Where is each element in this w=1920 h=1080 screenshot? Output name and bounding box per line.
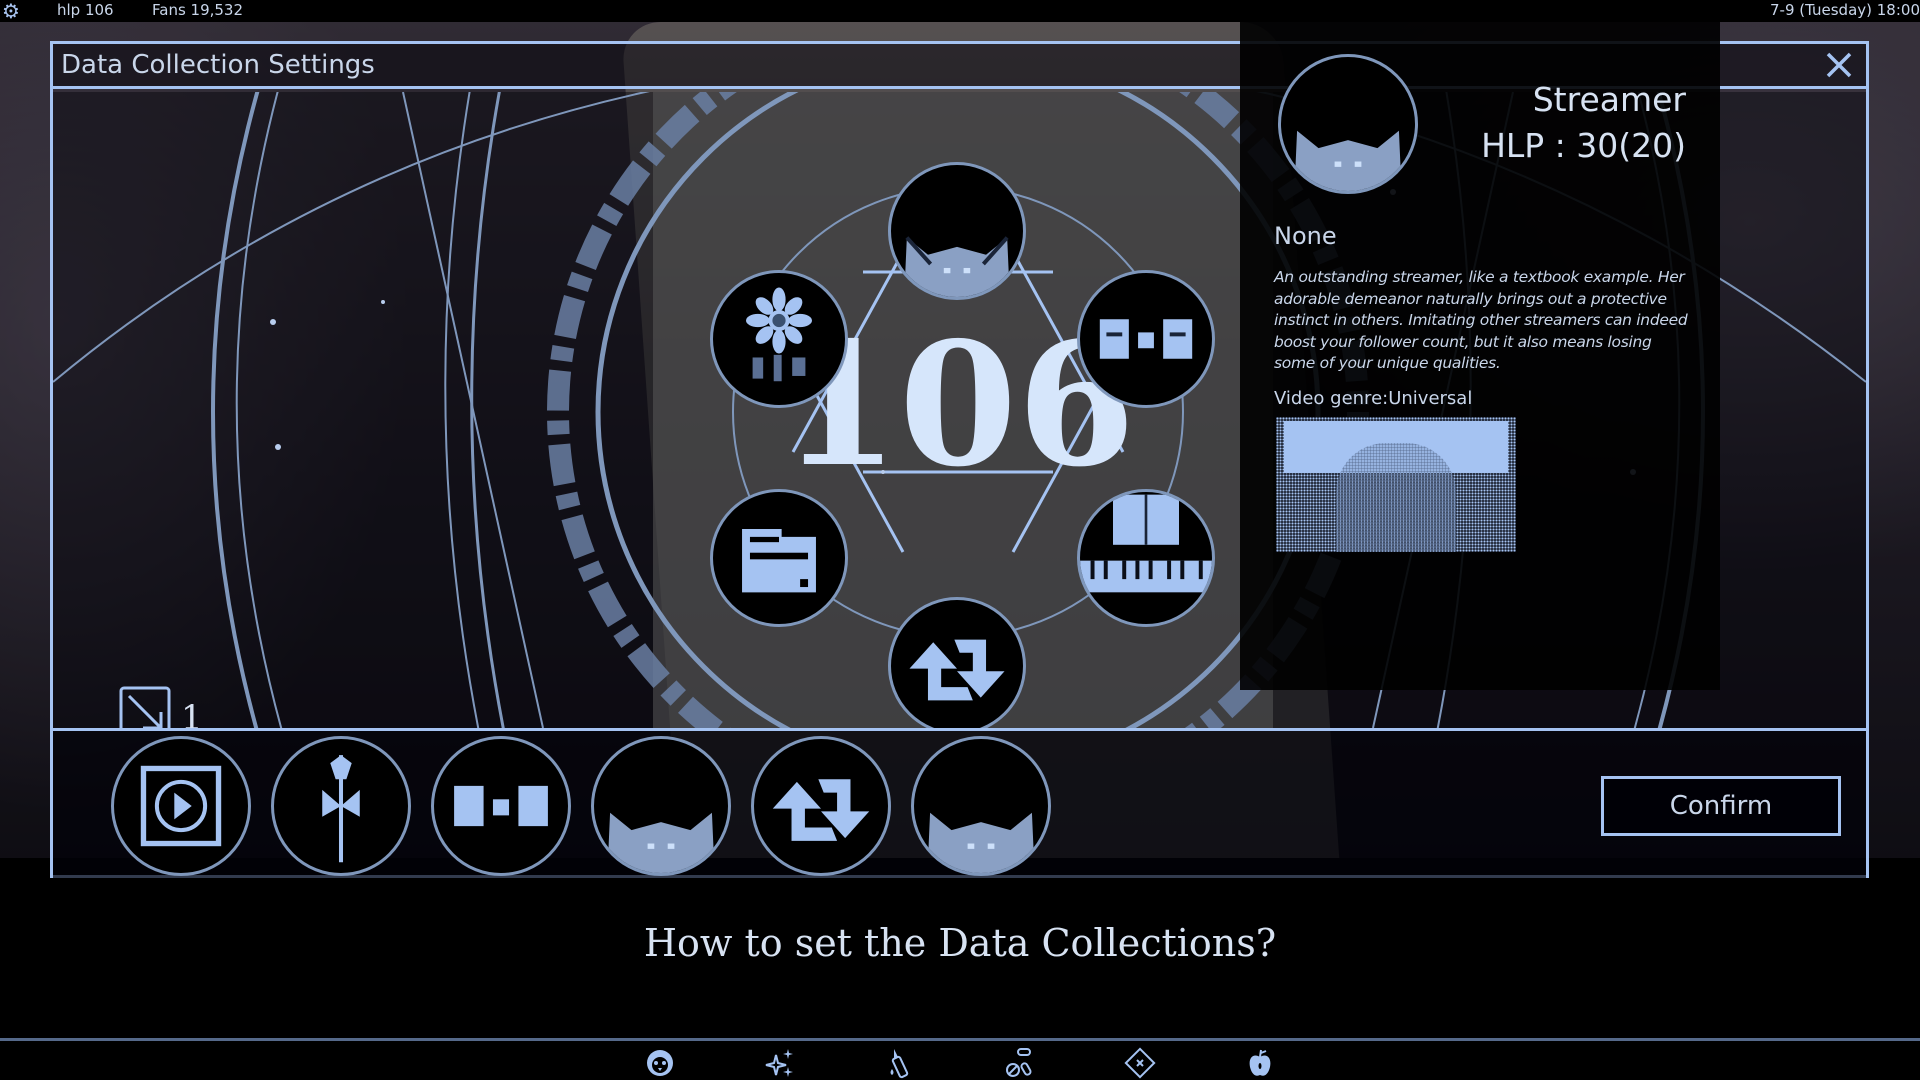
ticket-icon[interactable] — [1124, 1047, 1156, 1079]
streamer-info-panel: Streamer HLP : 30(20) None An outstandin… — [1240, 22, 1720, 690]
scepter-icon — [322, 755, 360, 863]
video-thumbnail — [1276, 417, 1516, 552]
top-status-bar: ⚙ hlp 106 Fans 19,532 7-9 (Tuesday) 18:0… — [0, 0, 1920, 22]
apple-icon[interactable] — [1244, 1047, 1276, 1079]
box-cutter-icon[interactable] — [884, 1047, 916, 1079]
sparkles-icon[interactable] — [764, 1047, 796, 1079]
selected-slots-bar — [53, 728, 1866, 878]
close-icon[interactable] — [1822, 48, 1856, 82]
slot-4[interactable] — [591, 736, 731, 876]
streamer-tag: None — [1274, 222, 1337, 250]
piano-icon — [1080, 494, 1212, 593]
streamer-name: Streamer — [1532, 80, 1686, 119]
streamer-description: An outstanding streamer, like a textbook… — [1274, 268, 1688, 372]
flower-icon — [746, 287, 812, 382]
node-lower-right[interactable] — [1077, 489, 1215, 627]
cat-ears-avatar-icon — [1294, 130, 1402, 191]
node-lower-left[interactable] — [710, 489, 848, 627]
pills-icon[interactable] — [1004, 1047, 1036, 1079]
play-button-icon — [140, 765, 222, 847]
node-top[interactable] — [888, 162, 1026, 300]
node-upper-left[interactable] — [710, 270, 848, 408]
date-time: 7-9 (Tuesday) 18:00 — [1770, 1, 1920, 19]
dialog-title: Data Collection Settings — [61, 50, 375, 80]
video-genre: Video genre:Universal — [1274, 388, 1473, 409]
repost-arrows-icon — [772, 779, 870, 841]
cat-ears-avatar-icon — [927, 812, 1035, 873]
fans-counter: Fans 19,532 — [152, 1, 244, 19]
count-value: 1 — [181, 698, 203, 728]
repost-arrows-icon — [909, 639, 1005, 701]
slot-6[interactable] — [911, 736, 1051, 876]
slot-5[interactable] — [751, 736, 891, 876]
slot-3[interactable] — [431, 736, 571, 876]
hlp-counter: hlp 106 — [57, 1, 114, 19]
slot-1[interactable] — [111, 736, 251, 876]
cat-ears-avatar-icon — [607, 812, 715, 873]
masks-icon — [1099, 319, 1193, 359]
slot-2[interactable] — [271, 736, 411, 876]
confirm-button[interactable]: Confirm — [1601, 776, 1841, 836]
streamer-hlp: HLP : 30(20) — [1481, 126, 1686, 165]
cat-ears-avatar-icon — [904, 236, 1010, 297]
streamer-avatar — [1278, 54, 1418, 194]
node-bottom[interactable] — [888, 597, 1026, 728]
penguin-icon[interactable] — [644, 1047, 676, 1079]
folder-icon — [742, 528, 816, 593]
arrow-down-right-icon — [119, 686, 171, 728]
node-upper-right[interactable] — [1077, 270, 1215, 408]
gear-icon[interactable]: ⚙ — [2, 1, 22, 21]
question-prompt: How to set the Data Collections? — [643, 921, 1277, 965]
masks-icon — [454, 785, 548, 827]
bottom-nav — [0, 1038, 1920, 1080]
